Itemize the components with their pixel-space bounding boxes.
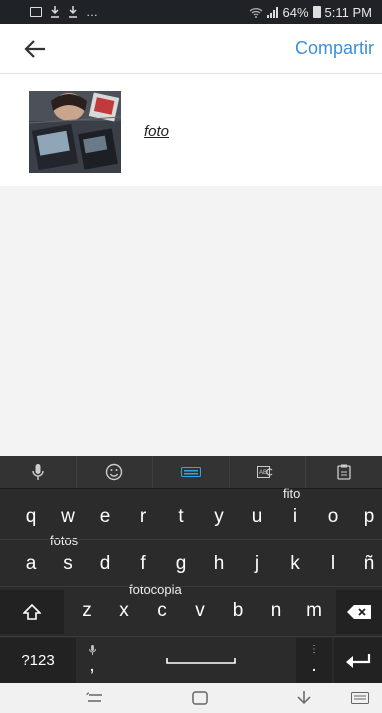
key-g[interactable]: g: [168, 547, 194, 581]
voice-input-button[interactable]: [0, 456, 77, 488]
period-key-label: .: [311, 654, 317, 676]
photo-thumbnail[interactable]: [29, 91, 121, 173]
arrow-left-icon: [24, 39, 45, 58]
app-bar: Compartir: [0, 24, 382, 74]
symbols-key[interactable]: ?123: [0, 638, 76, 683]
key-t[interactable]: t: [168, 500, 194, 534]
svg-text:AB: AB: [259, 470, 267, 476]
recent-apps-button[interactable]: [75, 683, 115, 713]
download-icon: [51, 6, 59, 18]
post-composer: foto: [0, 74, 382, 186]
home-button[interactable]: [180, 683, 220, 713]
clipboard-icon: [337, 464, 351, 480]
hide-keyboard-button[interactable]: [284, 683, 324, 713]
share-button[interactable]: Compartir: [295, 34, 374, 63]
empty-area: [0, 186, 382, 456]
key-u[interactable]: u: [244, 500, 270, 534]
period-key[interactable]: ⋮ .: [296, 638, 332, 683]
key-r[interactable]: r: [130, 500, 156, 534]
keyboard-row-divider: [0, 586, 382, 587]
space-key[interactable]: [108, 638, 294, 683]
back-button[interactable]: [24, 34, 54, 64]
key-o[interactable]: o: [320, 500, 346, 534]
text-correction-button[interactable]: AB: [230, 456, 307, 488]
key-a[interactable]: a: [18, 547, 44, 581]
enter-key[interactable]: [334, 638, 382, 683]
key-n-tilde[interactable]: ñ: [356, 547, 382, 581]
status-bar: … 64% 5:11 PM: [0, 0, 382, 24]
enter-icon: [346, 653, 371, 668]
keyboard-row-divider: [0, 539, 382, 540]
home-icon: [192, 691, 208, 705]
download-icon: [69, 6, 77, 18]
keyboard-icon: [351, 692, 369, 704]
caption-input[interactable]: foto: [144, 123, 169, 140]
shift-icon: [23, 604, 41, 620]
key-x[interactable]: x: [111, 594, 137, 628]
key-h[interactable]: h: [206, 547, 232, 581]
key-k[interactable]: k: [282, 547, 308, 581]
key-i[interactable]: i: [282, 500, 308, 534]
microphone-icon: [88, 644, 96, 655]
key-s[interactable]: s: [55, 547, 81, 581]
recent-apps-icon: [86, 692, 102, 702]
emoji-button[interactable]: [77, 456, 154, 488]
status-notifications: …: [30, 5, 249, 19]
key-j[interactable]: j: [244, 547, 270, 581]
backspace-icon: [347, 605, 371, 619]
backspace-key[interactable]: [336, 590, 382, 634]
keyboard-row-divider: [0, 636, 382, 637]
more-dots-icon: ⋮: [309, 643, 319, 655]
key-c[interactable]: c: [149, 594, 175, 628]
switch-keyboard-button[interactable]: [340, 683, 380, 713]
comma-key-label: ,: [89, 654, 95, 676]
clipboard-button[interactable]: [306, 456, 382, 488]
microphone-icon: [32, 464, 44, 480]
photo-image: [29, 91, 121, 173]
smiley-icon: [106, 463, 123, 481]
keyboard: AB fito fotos fotocopia q w e r t y u i …: [0, 456, 382, 683]
battery-percent: 64%: [282, 4, 309, 20]
shift-key[interactable]: [0, 590, 64, 634]
key-f[interactable]: f: [130, 547, 156, 581]
symbols-key-label: ?123: [21, 652, 55, 669]
wifi-icon: [249, 7, 262, 18]
suggestion-word[interactable]: fotos: [50, 533, 78, 548]
key-b[interactable]: b: [225, 594, 251, 628]
key-l[interactable]: l: [320, 547, 346, 581]
keyboard-layout-button[interactable]: [153, 456, 230, 488]
key-e[interactable]: e: [92, 500, 118, 534]
key-n[interactable]: n: [263, 594, 289, 628]
more-notifications: …: [86, 5, 98, 19]
battery-icon: [312, 6, 321, 18]
suggestion-word[interactable]: fito: [283, 486, 300, 501]
key-p[interactable]: p: [356, 500, 382, 534]
keyboard-icon: [180, 467, 201, 477]
key-m[interactable]: m: [301, 594, 327, 628]
key-d[interactable]: d: [92, 547, 118, 581]
space-bar-icon: [166, 657, 236, 664]
signal-icon: [266, 6, 278, 18]
chevron-down-icon: [297, 691, 311, 705]
abc-icon: AB: [256, 466, 273, 478]
comma-key[interactable]: ,: [78, 638, 106, 683]
key-z[interactable]: z: [74, 594, 100, 628]
key-y[interactable]: y: [206, 500, 232, 534]
key-q[interactable]: q: [18, 500, 44, 534]
clock: 5:11 PM: [324, 4, 372, 20]
keyboard-toolbar: AB: [0, 456, 382, 489]
image-icon: [30, 7, 42, 17]
key-v[interactable]: v: [187, 594, 213, 628]
key-w[interactable]: w: [55, 500, 81, 534]
system-navigation-bar: [0, 683, 382, 713]
status-system: 64% 5:11 PM: [249, 5, 372, 20]
